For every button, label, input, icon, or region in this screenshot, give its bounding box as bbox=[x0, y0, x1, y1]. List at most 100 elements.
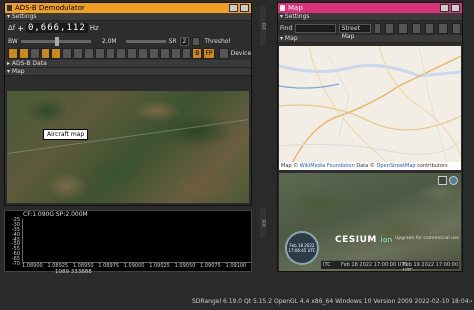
settings-icon[interactable] bbox=[105, 48, 116, 59]
window-icon bbox=[280, 5, 285, 11]
find-row: Find Street Map bbox=[278, 21, 462, 40]
spectrum-plot-area[interactable] bbox=[22, 219, 251, 263]
import-icon[interactable] bbox=[138, 48, 148, 59]
beacon-icon[interactable] bbox=[398, 22, 408, 34]
cesium-upgrade-text[interactable]: Upgrade for commercial use bbox=[395, 236, 459, 241]
delta-f-label: Δf bbox=[8, 24, 16, 32]
feed-icon[interactable] bbox=[40, 48, 51, 59]
center-icon[interactable] bbox=[411, 22, 421, 34]
map-window: Map ▾ Settings Find Street Map ▾ Map Map… bbox=[277, 2, 463, 272]
settings-label: Settings bbox=[284, 13, 310, 20]
chart-icon[interactable] bbox=[148, 48, 159, 59]
sr-select[interactable]: 2 bbox=[179, 36, 190, 46]
find-input[interactable] bbox=[295, 23, 336, 33]
cesium-ion: ion bbox=[380, 236, 393, 244]
cesium-home-icon[interactable] bbox=[438, 176, 447, 185]
map-settings-icon[interactable] bbox=[438, 22, 448, 34]
frequency-dial[interactable]: 0,666,112 bbox=[25, 23, 88, 33]
adsb-data-section-header[interactable]: ▸ ADS-B Data bbox=[5, 60, 251, 68]
close-button[interactable] bbox=[240, 4, 249, 12]
globe-icon[interactable] bbox=[424, 22, 435, 34]
street-map[interactable]: Map © WikiMedia Foundation Data © OpenSt… bbox=[279, 46, 461, 170]
threshold-label: Threshol bbox=[204, 37, 231, 45]
x-tick-label: 1.09050 bbox=[174, 263, 196, 269]
y-tick-label: -70 bbox=[11, 261, 20, 267]
bw-slider[interactable] bbox=[20, 36, 91, 46]
x-tick-label: 1.08975 bbox=[98, 263, 120, 269]
airplane-icon[interactable] bbox=[170, 48, 181, 59]
map-section-header[interactable]: ▾ Map bbox=[5, 68, 251, 76]
fp-button[interactable]: FP bbox=[203, 48, 215, 59]
delete-icon[interactable] bbox=[451, 22, 462, 34]
bw-slider-2[interactable] bbox=[125, 39, 166, 43]
export-icon[interactable] bbox=[127, 48, 138, 59]
cesium-clock-widget[interactable]: Feb 18 2022 17:06:45 UTC bbox=[285, 231, 319, 265]
device-label: Device bbox=[230, 50, 252, 57]
float-button[interactable] bbox=[229, 4, 238, 12]
street-map-svg bbox=[279, 46, 461, 170]
b-button[interactable]: B bbox=[192, 48, 203, 59]
bw-label: BW bbox=[8, 37, 18, 45]
wikimedia-link[interactable]: WikiMedia Foundation bbox=[300, 163, 355, 169]
cesium-globe-icon[interactable] bbox=[449, 176, 458, 185]
timeline-date-1: Feb 18 2022 17:00:00 UTC bbox=[341, 262, 408, 268]
scope-icon[interactable] bbox=[29, 48, 40, 59]
device-icon[interactable] bbox=[218, 48, 229, 59]
map-title-bar[interactable]: Map bbox=[278, 3, 462, 13]
attribution-suffix: contributors bbox=[417, 163, 448, 169]
float-button[interactable] bbox=[440, 4, 449, 12]
cesium-logo: CESIUM ion bbox=[335, 235, 393, 245]
list-icon[interactable] bbox=[83, 48, 94, 59]
left-vertical-tab-2[interactable]: RX bbox=[260, 208, 266, 238]
record-icon[interactable] bbox=[18, 48, 29, 59]
adsb-demod-window: ADS-B Demodulator ▾ Settings Δf + 0,666,… bbox=[4, 2, 252, 206]
x-tick-label: 1.09100 bbox=[225, 263, 247, 269]
map-label: Map bbox=[284, 35, 298, 42]
bw-value: 2.0M bbox=[101, 37, 117, 45]
attribution-mid: Data © bbox=[356, 163, 375, 169]
sr-label: SR bbox=[168, 37, 177, 45]
timeline-date-2: Feb 19 2022 17:00:00 UTC bbox=[403, 262, 459, 271]
spectrum-y-axis: -25 -30 -35 -40 -45 -50 -55 -60 -65 -70 bbox=[5, 217, 21, 267]
window-icon bbox=[7, 5, 12, 11]
cesium-globe-view[interactable]: Feb 18 2022 17:06:45 UTC CESIUM ion Upgr… bbox=[279, 173, 461, 271]
attribution-prefix: Map © bbox=[281, 163, 299, 169]
dropdown-icon[interactable] bbox=[373, 22, 381, 34]
adsb-data-label: ADS-B Data bbox=[11, 60, 47, 67]
aim-icon[interactable] bbox=[181, 48, 192, 59]
aircraft-map-tooltip: Aircraft map bbox=[43, 129, 89, 140]
bw-slider-handle[interactable] bbox=[54, 36, 59, 46]
adsb-title-bar[interactable]: ADS-B Demodulator bbox=[5, 3, 251, 13]
map-attribution: Map © WikiMedia Foundation Data © OpenSt… bbox=[279, 162, 461, 170]
close-button[interactable] bbox=[451, 4, 460, 12]
timeline-itc: ITC bbox=[323, 262, 331, 268]
settings-section-header[interactable]: ▾ Settings bbox=[5, 13, 251, 21]
aircraft-map[interactable]: Aircraft map bbox=[7, 91, 249, 203]
table-icon[interactable] bbox=[159, 48, 170, 59]
x-tick-label: 1.08900 bbox=[22, 263, 43, 269]
cesium-label: CESIUM bbox=[335, 235, 377, 245]
map-icon[interactable] bbox=[94, 48, 105, 59]
frequency-row: Δf + 0,666,112 Hz bbox=[5, 21, 251, 35]
status-bar: SDRangel 6.19.0 Qt 5.15.2 OpenGL 4.4 x86… bbox=[192, 298, 472, 305]
x-tick-label: 1.09075 bbox=[200, 263, 221, 269]
play-icon[interactable] bbox=[8, 48, 18, 59]
map-settings-header[interactable]: ▾ Settings bbox=[278, 13, 462, 21]
layers-icon[interactable] bbox=[384, 22, 395, 34]
x-tick-label: 1.09025 bbox=[149, 263, 170, 269]
left-vertical-tab[interactable]: RX bbox=[260, 6, 266, 46]
spectrum-cursor-value: 1089.333888 bbox=[55, 269, 92, 275]
osm-link[interactable]: OpenStreetMap bbox=[377, 163, 416, 169]
filter-icon[interactable] bbox=[62, 48, 73, 59]
feed-2-icon[interactable] bbox=[51, 48, 62, 59]
tool-icon[interactable] bbox=[116, 48, 127, 59]
freq-sign[interactable]: + bbox=[17, 24, 24, 33]
spectrum-header: CF:1.090G SP:2.000M bbox=[23, 211, 88, 218]
toolbar-row: B FP Device bbox=[5, 47, 251, 60]
map-type-select[interactable]: Street Map bbox=[338, 23, 371, 40]
grid-icon[interactable] bbox=[73, 48, 83, 59]
freq-unit: Hz bbox=[89, 24, 99, 32]
sr-spin-icon[interactable] bbox=[192, 36, 201, 46]
map-section-header[interactable]: ▾ Map bbox=[278, 35, 462, 43]
cesium-timeline[interactable]: ITC Feb 18 2022 17:00:00 UTC Feb 19 2022… bbox=[321, 260, 459, 271]
